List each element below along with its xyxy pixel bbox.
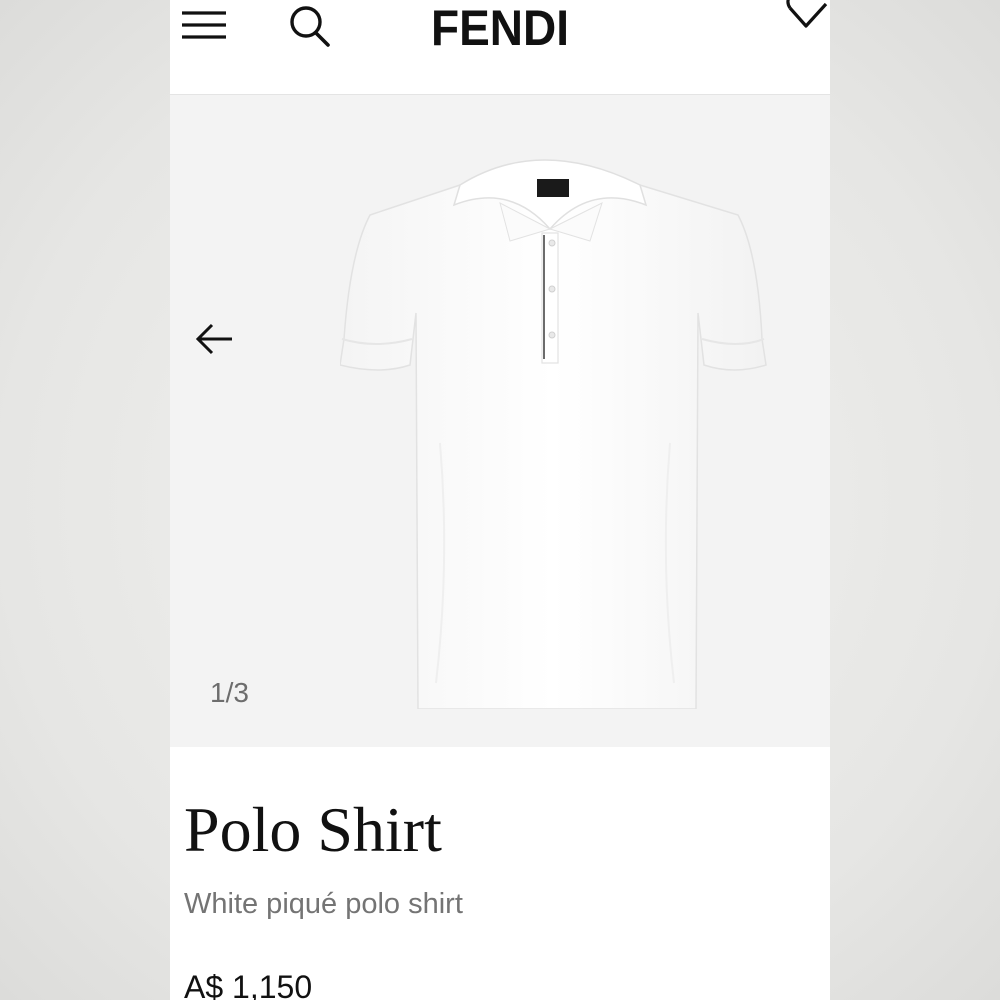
wishlist-button[interactable] <box>776 0 830 36</box>
heart-icon <box>786 0 828 28</box>
product-image[interactable] <box>339 143 770 710</box>
brand-logo[interactable]: FENDI <box>408 0 592 56</box>
image-counter: 1/3 <box>210 677 249 708</box>
arrow-left-icon <box>195 323 232 355</box>
product-title: Polo Shirt <box>184 794 442 865</box>
search-button[interactable] <box>284 2 334 48</box>
product-gallery[interactable]: 1/3 <box>170 95 830 747</box>
polo-shirt-image <box>339 159 767 710</box>
hamburger-menu-icon <box>182 11 226 39</box>
search-icon <box>290 6 330 47</box>
mobile-page: FENDI 1/3 Polo Shirt White piqué polo sh… <box>170 0 830 1000</box>
site-header: FENDI <box>170 0 830 95</box>
product-description: White piqué polo shirt <box>184 888 463 920</box>
product-price: A$ 1,150 <box>184 969 313 1000</box>
previous-image-button[interactable] <box>192 317 236 361</box>
menu-button[interactable] <box>180 4 230 44</box>
